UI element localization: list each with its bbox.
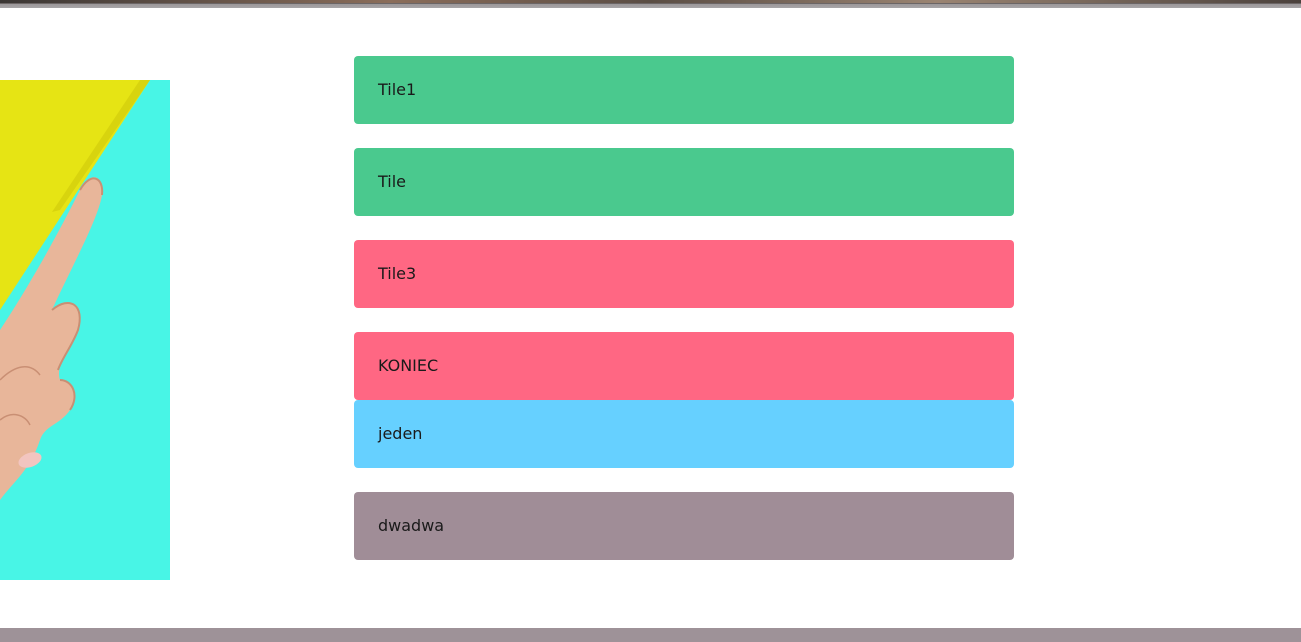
tile-1[interactable]: Tile1 — [354, 56, 1014, 124]
tile-3[interactable]: Tile3 — [354, 240, 1014, 308]
page: Tile1 Tile Tile3 KONIEC jeden dwadwa — [0, 0, 1301, 642]
tile-label: Tile1 — [378, 80, 417, 99]
top-banner-strip — [0, 0, 1301, 8]
footer-strip — [0, 628, 1301, 642]
tile-4[interactable]: KONIEC — [354, 332, 1014, 400]
hero-image — [0, 80, 170, 580]
tile-label: jeden — [378, 424, 423, 443]
tile-5[interactable]: jeden — [354, 400, 1014, 468]
tile-2[interactable]: Tile — [354, 148, 1014, 216]
tile-6[interactable]: dwadwa — [354, 492, 1014, 560]
tile-label: dwadwa — [378, 516, 445, 535]
tile-label: KONIEC — [378, 356, 439, 375]
tile-label: Tile3 — [378, 264, 417, 283]
tile-label: Tile — [378, 172, 407, 191]
